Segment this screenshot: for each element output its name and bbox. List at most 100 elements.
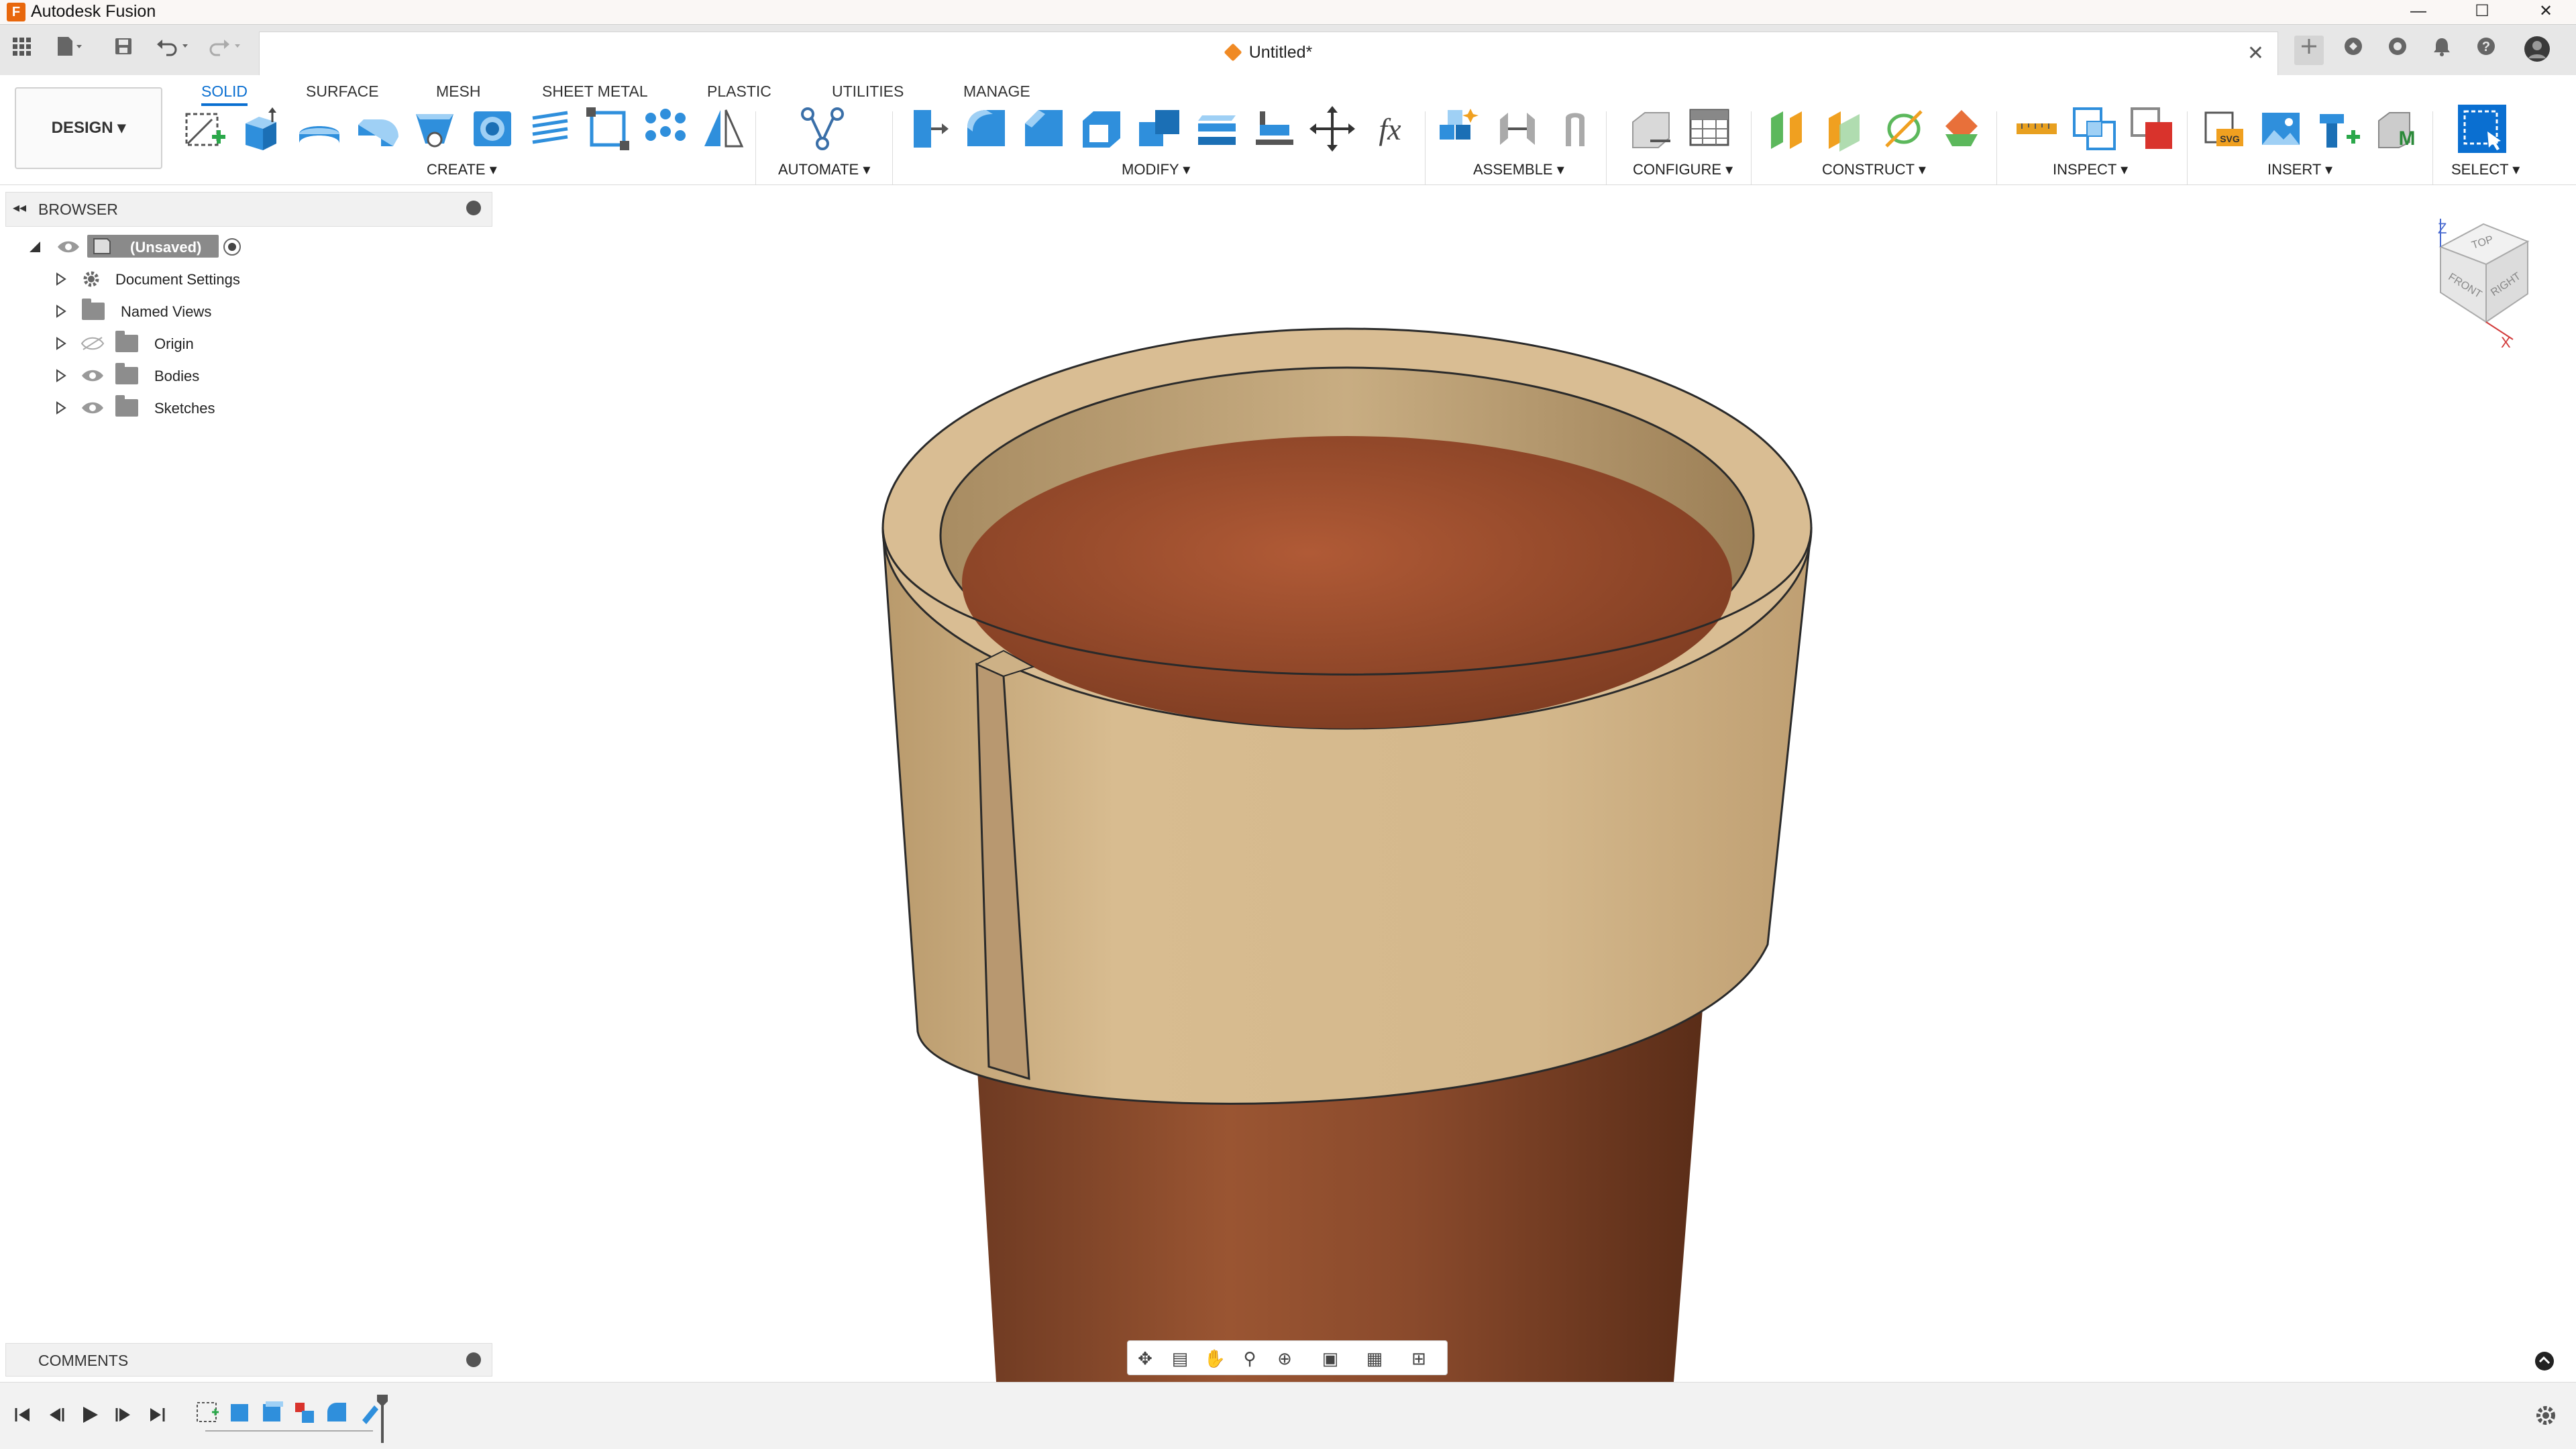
- create-menu[interactable]: CREATE ▾: [427, 161, 497, 178]
- orbit-icon[interactable]: ✥: [1133, 1346, 1157, 1371]
- tree-item-sketches[interactable]: Sketches: [54, 393, 235, 423]
- pan-hand-icon[interactable]: ✋: [1203, 1346, 1227, 1371]
- modify-menu[interactable]: MODIFY ▾: [1122, 161, 1190, 178]
- play-icon[interactable]: [78, 1403, 102, 1427]
- tab-solid[interactable]: SOLID: [201, 76, 248, 106]
- joint-icon[interactable]: [1493, 105, 1542, 153]
- configure-menu[interactable]: CONFIGURE ▾: [1633, 161, 1733, 178]
- expand-triangle-icon[interactable]: [54, 337, 67, 350]
- sweep-icon[interactable]: [353, 105, 401, 153]
- tab-surface[interactable]: SURFACE: [306, 76, 379, 106]
- as-built-joint-icon[interactable]: [1551, 105, 1599, 153]
- timeline-marker[interactable]: [376, 1395, 389, 1443]
- tab-utilities[interactable]: UTILITIES: [832, 76, 904, 106]
- visibility-eye-icon[interactable]: [80, 400, 105, 415]
- view-cube[interactable]: TOP FRONT RIGHT Z X: [2422, 213, 2542, 354]
- new-component-icon[interactable]: [1436, 105, 1484, 153]
- offset-plane-icon[interactable]: [1764, 105, 1813, 153]
- mirror-icon[interactable]: [699, 105, 747, 153]
- viewports-icon[interactable]: ⊞: [1407, 1346, 1431, 1371]
- automate-icon[interactable]: [798, 105, 847, 153]
- close-tab-button[interactable]: ✕: [2247, 42, 2264, 65]
- extensions-icon[interactable]: [2339, 36, 2368, 65]
- expand-triangle-icon[interactable]: [54, 401, 67, 415]
- look-at-icon[interactable]: ▤: [1168, 1346, 1192, 1371]
- tree-item-bodies[interactable]: Bodies: [54, 361, 208, 390]
- configuration-table-icon[interactable]: [1685, 105, 1733, 153]
- workspace-switcher[interactable]: DESIGN ▾: [15, 87, 162, 169]
- fit-zoom-icon[interactable]: ⊕: [1273, 1346, 1297, 1371]
- zoom-icon[interactable]: ⚲: [1238, 1346, 1262, 1371]
- inspect-menu[interactable]: INSPECT ▾: [2053, 161, 2128, 178]
- select-menu[interactable]: SELECT ▾: [2451, 161, 2520, 178]
- hidden-eye-icon[interactable]: [80, 336, 105, 351]
- create-sketch-icon[interactable]: [180, 105, 228, 153]
- active-radio-icon[interactable]: [223, 237, 241, 256]
- timeline-feature-extrude-icon[interactable]: [263, 1401, 283, 1421]
- thread-icon[interactable]: [526, 105, 574, 153]
- chamfer-icon[interactable]: [1020, 105, 1068, 153]
- tab-sheet-metal[interactable]: SHEET METAL: [542, 76, 648, 106]
- tree-item-named-views[interactable]: Named Views: [54, 297, 228, 326]
- job-status-icon[interactable]: [2383, 36, 2412, 65]
- tab-mesh[interactable]: MESH: [436, 76, 480, 106]
- collapse-triangle-icon[interactable]: [28, 240, 42, 254]
- comments-panel-header[interactable]: COMMENTS: [5, 1343, 492, 1377]
- insert-manufacturer-part-icon[interactable]: M: [2372, 105, 2420, 153]
- combine-icon[interactable]: [1135, 105, 1183, 153]
- close-window-button[interactable]: ✕: [2516, 0, 2576, 24]
- tab-manage[interactable]: MANAGE: [963, 76, 1030, 106]
- automate-menu[interactable]: AUTOMATE ▾: [778, 161, 870, 178]
- insert-menu[interactable]: INSERT ▾: [2267, 161, 2332, 178]
- tangent-plane-icon[interactable]: [1880, 105, 1928, 153]
- insert-mcmaster-icon[interactable]: [2314, 105, 2363, 153]
- timeline-feature-split-icon[interactable]: [295, 1403, 314, 1423]
- box-sketch-icon[interactable]: [584, 105, 632, 153]
- midplane-icon[interactable]: [1937, 105, 1986, 153]
- insert-svg-icon[interactable]: SVG: [2199, 105, 2247, 153]
- display-settings-icon[interactable]: ▣: [1318, 1346, 1342, 1371]
- user-avatar[interactable]: [2522, 36, 2552, 65]
- assemble-menu[interactable]: ASSEMBLE ▾: [1473, 161, 1564, 178]
- go-to-start-icon[interactable]: [11, 1403, 35, 1427]
- go-to-end-icon[interactable]: [145, 1403, 169, 1427]
- timeline-feature-fillet-icon[interactable]: [327, 1403, 346, 1421]
- shell-icon[interactable]: [1077, 105, 1126, 153]
- tree-item-origin[interactable]: Origin: [54, 329, 208, 358]
- undo-icon[interactable]: [156, 36, 188, 65]
- step-back-icon[interactable]: [44, 1403, 68, 1427]
- section-analysis-icon[interactable]: [2128, 105, 2176, 153]
- minimize-button[interactable]: —: [2388, 0, 2449, 24]
- insert-canvas-icon[interactable]: [2257, 105, 2305, 153]
- pattern-icon[interactable]: [641, 105, 690, 153]
- revolve-icon[interactable]: [295, 105, 343, 153]
- hole-icon[interactable]: [468, 105, 517, 153]
- app-grid-icon[interactable]: [7, 36, 36, 65]
- collapse-panel-icon[interactable]: ◂◂: [13, 199, 26, 216]
- select-icon[interactable]: [2458, 105, 2506, 153]
- interference-icon[interactable]: [2070, 105, 2118, 153]
- tab-plastic[interactable]: PLASTIC: [707, 76, 771, 106]
- notifications-bell-icon[interactable]: [2427, 36, 2457, 65]
- move-copy-icon[interactable]: [1308, 105, 1356, 153]
- measure-icon[interactable]: [2012, 105, 2061, 153]
- loft-icon[interactable]: [411, 105, 459, 153]
- plane-at-angle-icon[interactable]: [1822, 105, 1870, 153]
- align-icon[interactable]: [1250, 105, 1299, 153]
- visibility-eye-icon[interactable]: [56, 239, 80, 254]
- fillet-icon[interactable]: [962, 105, 1010, 153]
- tree-root[interactable]: (Unsaved): [27, 232, 255, 262]
- expand-triangle-icon[interactable]: [54, 305, 67, 318]
- expand-triangle-icon[interactable]: [54, 369, 67, 382]
- tree-item-document-settings[interactable]: Document Settings: [54, 264, 255, 294]
- expand-triangle-icon[interactable]: [54, 272, 67, 286]
- browser-pin-icon[interactable]: [466, 201, 481, 215]
- offset-face-icon[interactable]: [1193, 105, 1241, 153]
- help-icon[interactable]: ?: [2471, 36, 2501, 65]
- timeline-settings-gear-icon[interactable]: [2534, 1404, 2557, 1427]
- grid-settings-icon[interactable]: ▦: [1362, 1346, 1387, 1371]
- visibility-eye-icon[interactable]: [80, 368, 105, 383]
- document-tab[interactable]: Untitled* ✕: [259, 32, 2278, 76]
- redo-icon[interactable]: [208, 36, 240, 65]
- file-menu-icon[interactable]: [54, 36, 83, 65]
